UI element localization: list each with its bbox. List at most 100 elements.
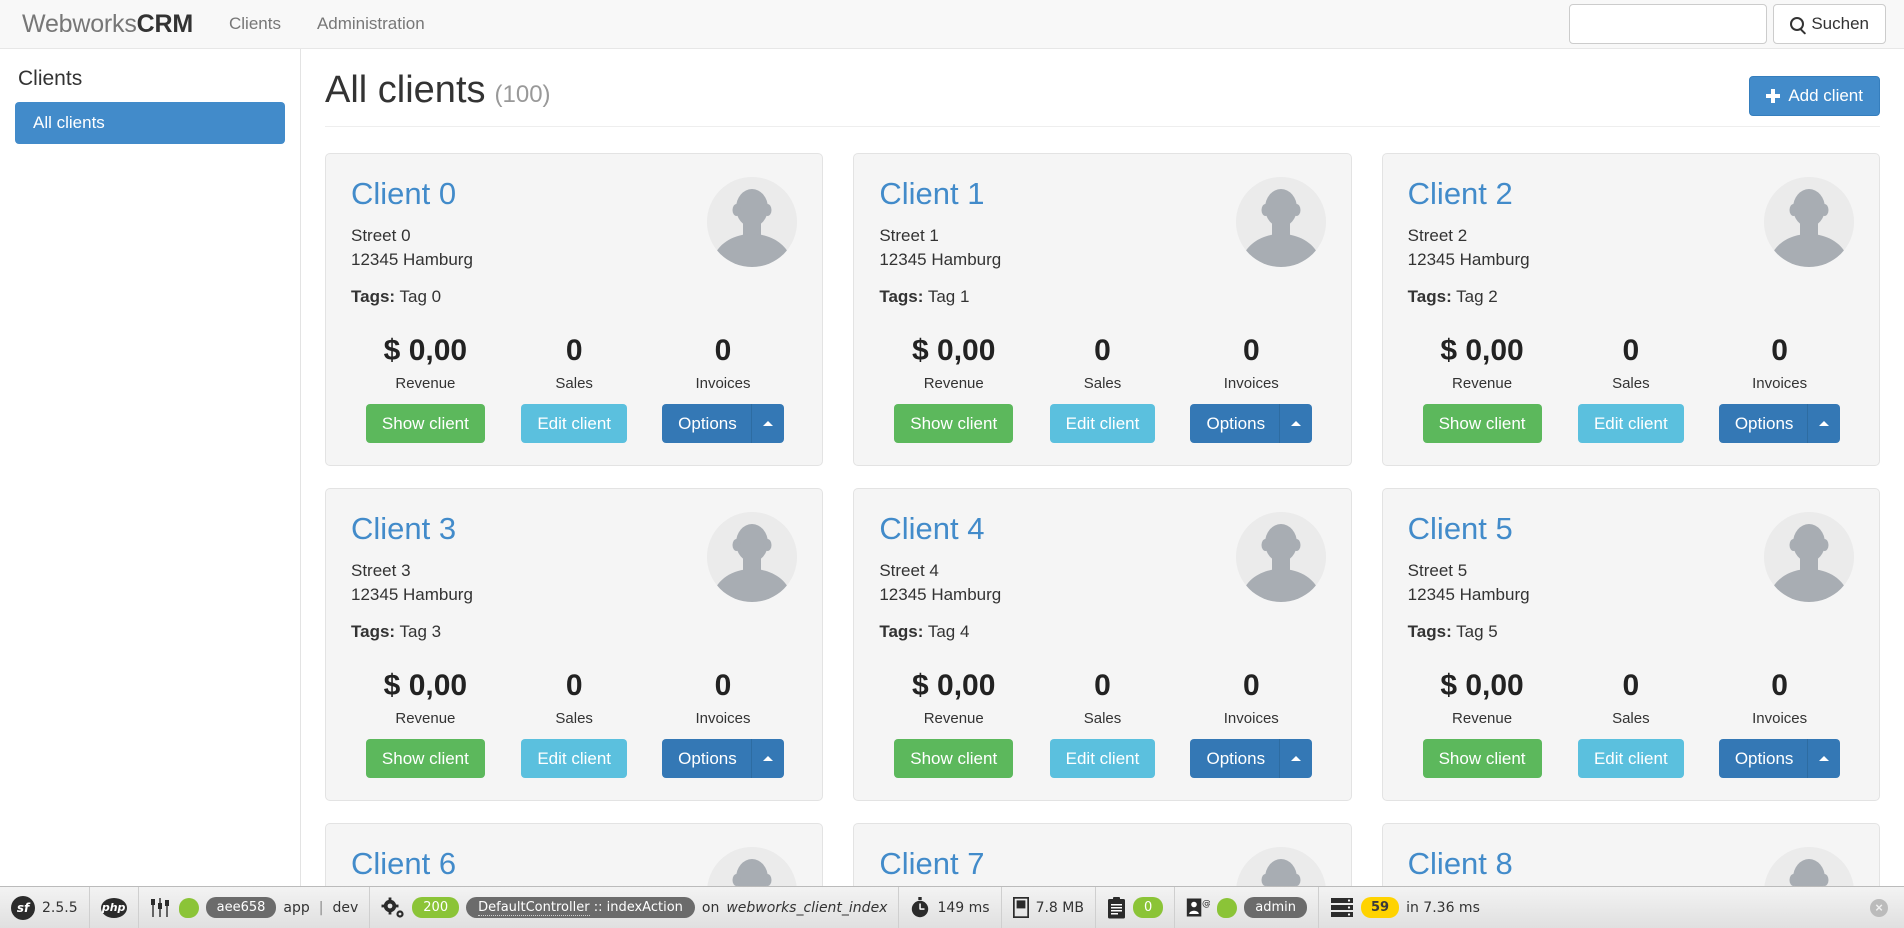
stat-revenue: $ 0,00 Revenue — [351, 334, 500, 392]
sf-controller-action[interactable]: DefaultController :: indexAction — [466, 897, 695, 918]
client-name-link[interactable]: Client 2 — [1408, 178, 1530, 211]
client-stats: $ 0,00 Revenue 0 Sales 0 Invoices — [879, 334, 1325, 392]
edit-client-button[interactable]: Edit client — [1050, 739, 1156, 778]
avatar-silhouette-icon — [1236, 512, 1326, 602]
search-icon — [1790, 17, 1804, 31]
client-name-link[interactable]: Client 4 — [879, 513, 1001, 546]
revenue-label: Revenue — [351, 375, 500, 392]
options-button[interactable]: Options — [1719, 404, 1808, 443]
search-input[interactable] — [1569, 4, 1767, 44]
client-city: 12345 Hamburg — [351, 583, 473, 608]
sf-time-block[interactable]: 149 ms — [899, 887, 1001, 928]
edit-client-button[interactable]: Edit client — [1578, 739, 1684, 778]
options-button[interactable]: Options — [662, 739, 751, 778]
client-actions: Show client Edit client Options — [351, 739, 797, 778]
show-client-cell: Show client — [1408, 739, 1557, 778]
nav-link-administration[interactable]: Administration — [299, 0, 443, 48]
options-button[interactable]: Options — [1190, 739, 1279, 778]
client-name-link[interactable]: Client 3 — [351, 513, 473, 546]
client-name-link[interactable]: Client 1 — [879, 178, 1001, 211]
options-cell: Options — [1177, 739, 1326, 778]
options-button[interactable]: Options — [662, 404, 751, 443]
options-dropdown-toggle[interactable] — [751, 404, 784, 443]
clipboard-icon — [1107, 897, 1126, 919]
sf-forms-block[interactable]: 0 — [1096, 887, 1175, 928]
sidebar-item-all-clients[interactable]: All clients — [15, 102, 285, 144]
show-client-button[interactable]: Show client — [1423, 404, 1542, 443]
client-address: Street 1 12345 Hamburg — [879, 224, 1001, 273]
caret-up-icon — [1291, 421, 1301, 426]
gear-icon — [381, 897, 405, 919]
sf-env-app: app — [283, 900, 309, 916]
show-client-button[interactable]: Show client — [894, 739, 1013, 778]
sf-memory-block[interactable]: 7.8 MB — [1002, 887, 1096, 928]
client-name-link[interactable]: Client 5 — [1408, 513, 1530, 546]
stat-revenue: $ 0,00 Revenue — [1408, 669, 1557, 727]
options-dropdown-toggle[interactable] — [1279, 404, 1312, 443]
show-client-button[interactable]: Show client — [894, 404, 1013, 443]
options-dropdown-toggle[interactable] — [1279, 739, 1312, 778]
tag-value: Tag 1 — [928, 287, 970, 306]
options-dropdown-toggle[interactable] — [1807, 404, 1840, 443]
stat-sales: 0 Sales — [500, 669, 649, 727]
client-city: 12345 Hamburg — [1408, 248, 1530, 273]
options-button[interactable]: Options — [1190, 404, 1279, 443]
client-city: 12345 Hamburg — [1408, 583, 1530, 608]
sf-php-block[interactable]: php — [90, 887, 139, 928]
page-header: All clients(100) Add client — [325, 71, 1880, 127]
client-name-link[interactable]: Client 7 — [879, 848, 1001, 881]
options-button-group: Options — [662, 739, 784, 778]
client-address: Street 5 12345 Hamburg — [1408, 559, 1530, 608]
sf-request-block[interactable]: 200 DefaultController :: indexAction on … — [370, 887, 899, 928]
edit-client-button[interactable]: Edit client — [1050, 404, 1156, 443]
page-layout: Clients All clients All clients(100) Add… — [0, 49, 1904, 928]
revenue-value: $ 0,00 — [879, 334, 1028, 367]
stat-sales: 0 Sales — [1028, 669, 1177, 727]
sf-config-block[interactable]: aee658 app | dev — [139, 887, 371, 928]
invoices-label: Invoices — [649, 375, 798, 392]
caret-up-icon — [763, 421, 773, 426]
edit-client-button[interactable]: Edit client — [521, 404, 627, 443]
invoices-value: 0 — [649, 334, 798, 367]
client-actions: Show client Edit client Options — [351, 404, 797, 443]
show-client-button[interactable]: Show client — [366, 739, 485, 778]
tags-label: Tags: — [351, 622, 395, 641]
search-button[interactable]: Suchen — [1773, 4, 1886, 44]
stat-invoices: 0 Invoices — [649, 669, 798, 727]
client-name-link[interactable]: Client 0 — [351, 178, 473, 211]
stat-sales: 0 Sales — [1556, 669, 1705, 727]
sf-version-block[interactable]: sf 2.5.5 — [0, 887, 90, 928]
options-dropdown-toggle[interactable] — [1807, 739, 1840, 778]
client-name-link[interactable]: Client 6 — [351, 848, 473, 881]
client-street: Street 0 — [351, 224, 473, 249]
options-button[interactable]: Options — [1719, 739, 1808, 778]
client-card: Client 1 Street 1 12345 Hamburg Tags: Ta… — [853, 153, 1351, 466]
show-client-button[interactable]: Show client — [1423, 739, 1542, 778]
add-client-button[interactable]: Add client — [1749, 76, 1880, 116]
show-client-button[interactable]: Show client — [366, 404, 485, 443]
options-dropdown-toggle[interactable] — [751, 739, 784, 778]
add-client-label: Add client — [1788, 86, 1863, 106]
options-cell: Options — [1705, 739, 1854, 778]
sf-db-queries: 59 — [1361, 897, 1399, 918]
tag-value: Tag 0 — [400, 287, 442, 306]
client-tags: Tags: Tag 4 — [879, 622, 1001, 642]
tags-label: Tags: — [351, 287, 395, 306]
app-brand[interactable]: WebworksCRM — [0, 0, 211, 48]
sf-database-block[interactable]: 59 in 7.36 ms — [1319, 887, 1491, 928]
client-name-link[interactable]: Client 8 — [1408, 848, 1530, 881]
close-toolbar-icon[interactable]: × — [1870, 899, 1888, 917]
client-card: Client 5 Street 5 12345 Hamburg Tags: Ta… — [1382, 488, 1880, 801]
edit-client-button[interactable]: Edit client — [1578, 404, 1684, 443]
show-client-cell: Show client — [351, 404, 500, 443]
navbar-right: Suchen — [1569, 4, 1904, 44]
sf-security-block[interactable]: @ admin — [1175, 887, 1319, 928]
sf-memory: 7.8 MB — [1036, 900, 1084, 916]
caret-up-icon — [1291, 756, 1301, 761]
stat-invoices: 0 Invoices — [649, 334, 798, 392]
caret-up-icon — [1819, 756, 1829, 761]
nav-link-clients[interactable]: Clients — [211, 0, 299, 48]
edit-client-button[interactable]: Edit client — [521, 739, 627, 778]
options-button-group: Options — [662, 404, 784, 443]
client-tags: Tags: Tag 0 — [351, 287, 473, 307]
